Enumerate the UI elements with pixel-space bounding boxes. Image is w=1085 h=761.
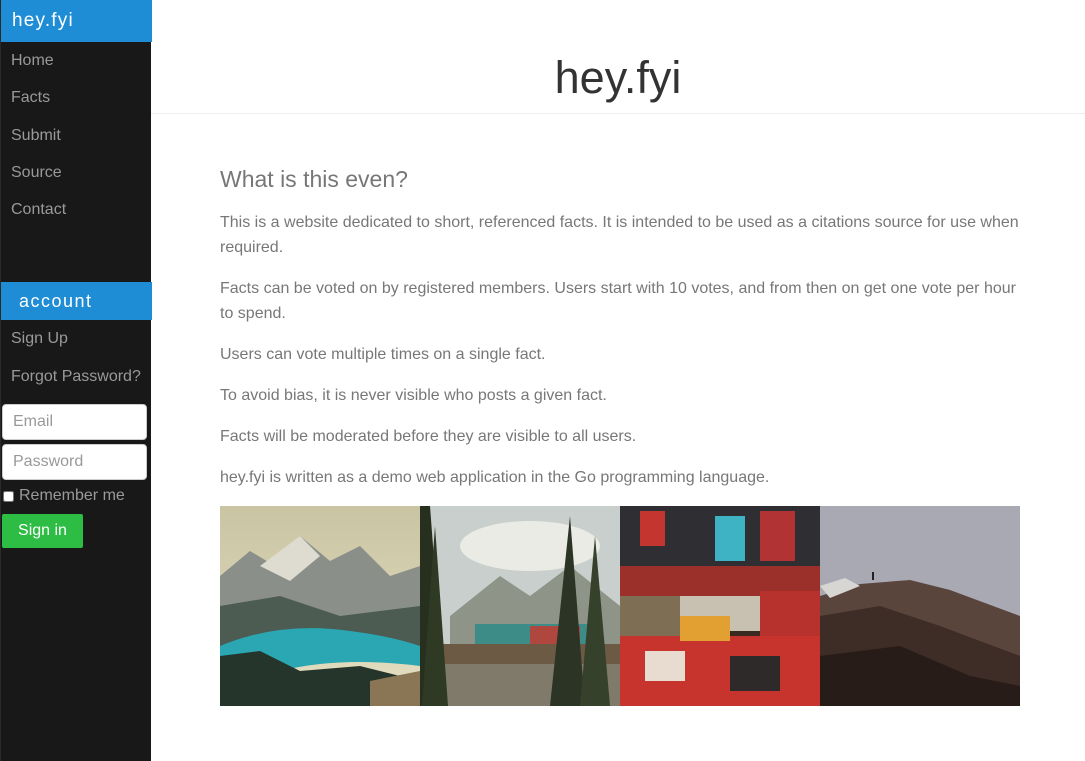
sidebar: hey.fyi Home Facts Submit Source Contact…	[0, 0, 152, 761]
main-nav: Home Facts Submit Source Contact	[1, 42, 152, 228]
section-heading: What is this even?	[220, 166, 408, 192]
password-field[interactable]	[2, 444, 147, 480]
nav-item-facts[interactable]: Facts	[1, 79, 152, 116]
go-demo-paragraph: hey.fyi is written as a demo web applica…	[220, 469, 770, 486]
photo-strip	[220, 506, 1020, 706]
nav-item-source[interactable]: Source	[1, 154, 152, 191]
mountain-lake-photo	[220, 506, 420, 706]
remember-me[interactable]: Remember me	[2, 486, 125, 506]
moderation-paragraph: Facts will be moderated before they are …	[220, 428, 637, 445]
nav-item-home[interactable]: Home	[1, 42, 152, 79]
rocky-cliff-photo	[820, 506, 1020, 706]
brand-link[interactable]: hey.fyi	[1, 0, 152, 42]
remember-me-label: Remember me	[19, 487, 125, 504]
page-title: hey.fyi	[554, 52, 682, 103]
email-field[interactable]	[2, 404, 147, 440]
remember-me-checkbox[interactable]	[3, 490, 14, 502]
nav-item-submit[interactable]: Submit	[1, 117, 152, 154]
nav-item-contact[interactable]: Contact	[1, 191, 152, 228]
bias-paragraph: To avoid bias, it is never visible who p…	[220, 387, 607, 404]
sign-in-button[interactable]: Sign in	[2, 514, 83, 548]
shop-tshirts-photo	[620, 506, 820, 706]
intro-paragraph: This is a website dedicated to short, re…	[220, 214, 1019, 256]
forest-train-photo	[420, 506, 620, 706]
forgot-password-link[interactable]: Forgot Password?	[1, 358, 152, 396]
voting-paragraph: Facts can be voted on by registered memb…	[220, 280, 1016, 322]
page-header: hey.fyi	[151, 0, 1085, 114]
sign-up-link[interactable]: Sign Up	[1, 320, 152, 358]
multi-vote-paragraph: Users can vote multiple times on a singl…	[220, 346, 546, 363]
account-heading: account	[1, 282, 152, 320]
account-links: Sign Up Forgot Password?	[1, 320, 152, 396]
